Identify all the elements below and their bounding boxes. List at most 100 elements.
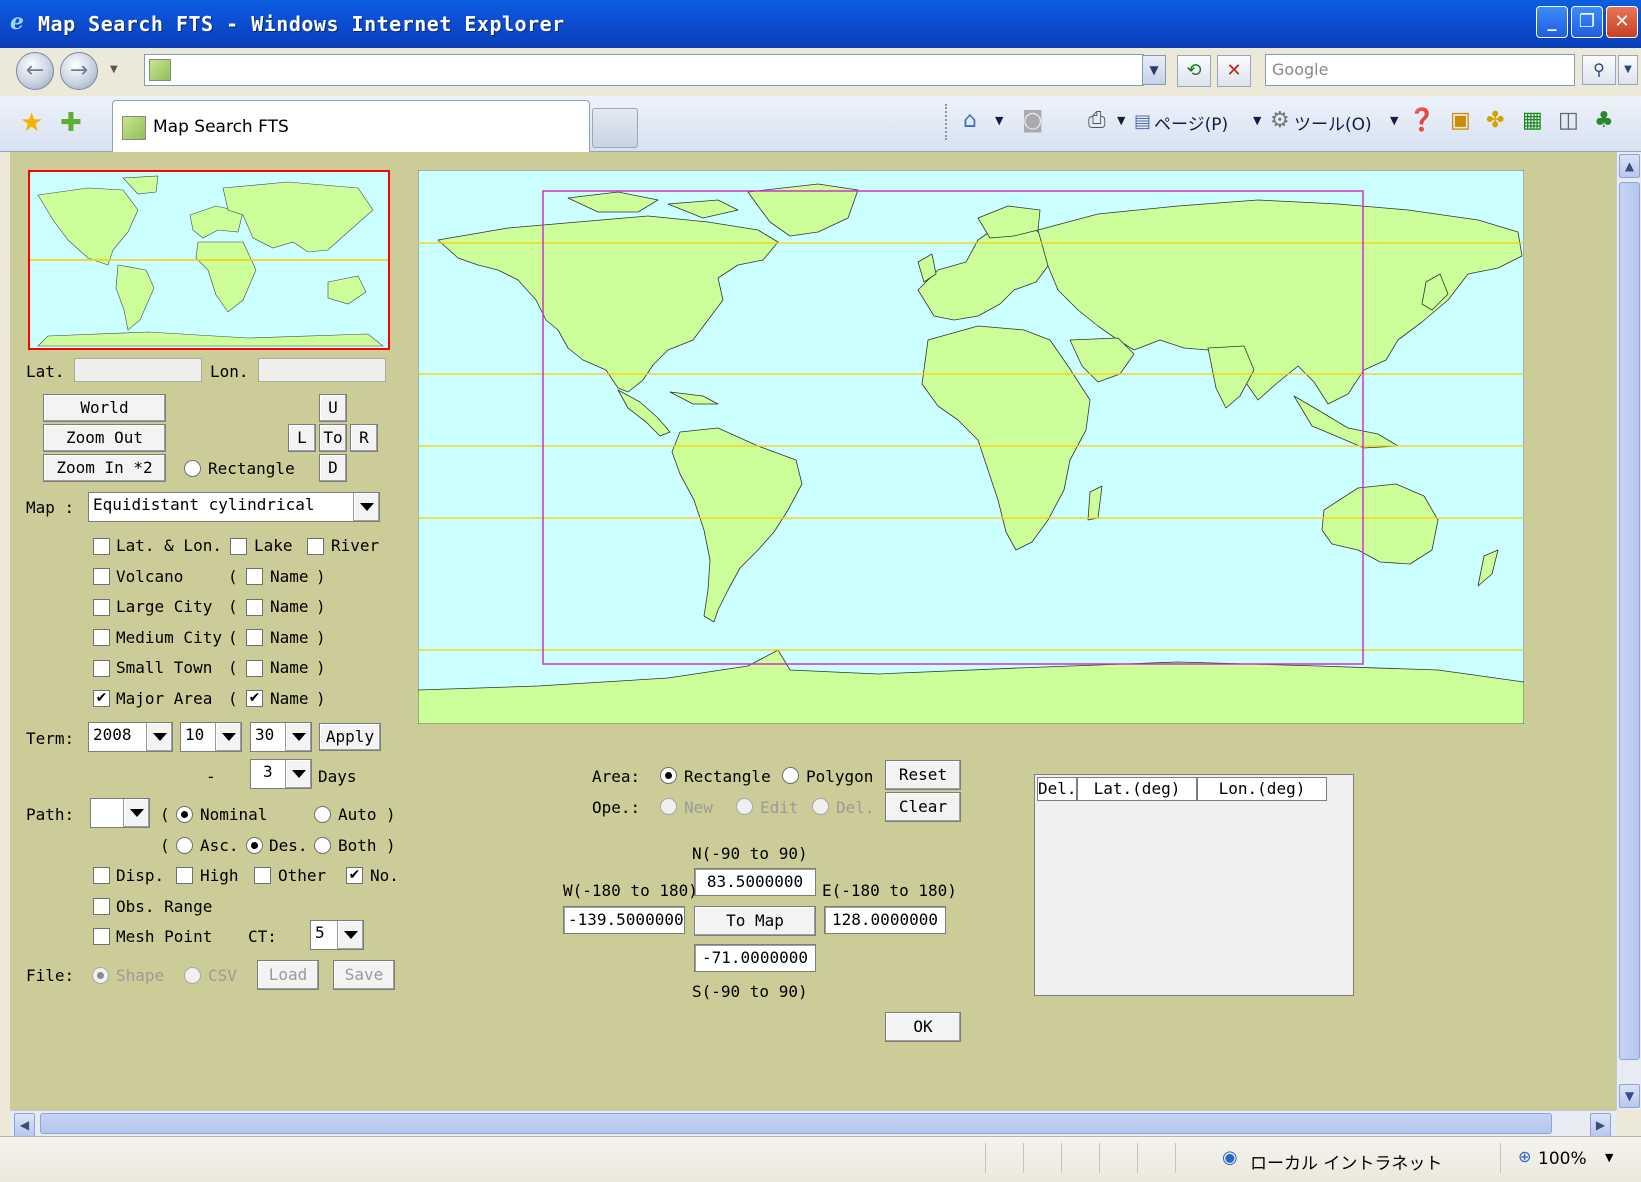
scroll-up-icon[interactable]: ▲	[1619, 154, 1640, 178]
auto-radio[interactable]	[314, 806, 331, 823]
reset-button[interactable]: Reset	[885, 760, 961, 790]
scroll-left-icon[interactable]: ◀	[14, 1113, 35, 1137]
west-input[interactable]: -139.5000000	[563, 906, 685, 934]
address-dropdown-icon[interactable]: ▼	[1142, 55, 1166, 85]
messenger-icon[interactable]: ✤	[1486, 108, 1504, 133]
term-day-select[interactable]: 30	[250, 722, 312, 752]
east-input[interactable]: 128.0000000	[824, 906, 946, 934]
load-button[interactable]: Load	[257, 960, 319, 990]
pan-left-button[interactable]: L	[288, 424, 316, 452]
small-town-checkbox[interactable]	[93, 660, 110, 677]
csv-radio[interactable]	[184, 967, 201, 984]
favorites-star-icon[interactable]: ★	[20, 108, 43, 138]
lat-lon-checkbox[interactable]	[93, 538, 110, 555]
asc-radio[interactable]	[176, 837, 193, 854]
search-icon[interactable]: ⚲	[1582, 55, 1616, 85]
restore-button[interactable]: ❐	[1571, 6, 1603, 38]
zoom-dropdown-icon[interactable]: ▼	[1605, 1151, 1613, 1164]
ope-new-radio[interactable]	[660, 798, 677, 815]
tab-map-search[interactable]: Map Search FTS	[112, 100, 590, 152]
to-map-button[interactable]: To Map	[694, 906, 816, 936]
disp-checkbox[interactable]	[93, 867, 110, 884]
major-area-name-checkbox[interactable]: ✔	[246, 690, 263, 707]
close-button[interactable]: ✕	[1606, 6, 1638, 38]
minimize-button[interactable]: _	[1536, 6, 1568, 38]
save-button[interactable]: Save	[333, 960, 395, 990]
grid-header-del[interactable]: Del.	[1037, 777, 1077, 801]
tools-dropdown-icon[interactable]: ▼	[1390, 114, 1398, 127]
search-options-icon[interactable]: ▼	[1618, 55, 1638, 85]
extra-icon[interactable]: ♣	[1594, 108, 1614, 133]
small-town-name-checkbox[interactable]	[246, 660, 263, 677]
horizontal-scrollbar[interactable]: ◀ ▶	[10, 1110, 1616, 1137]
rectangle-zoom-radio[interactable]	[184, 460, 201, 477]
add-favorite-icon[interactable]: ✚	[60, 108, 82, 138]
river-checkbox[interactable]	[307, 538, 324, 555]
grid-header-lat[interactable]: Lat.(deg)	[1077, 777, 1197, 801]
stop-icon[interactable]: ✕	[1217, 55, 1251, 87]
tools-menu[interactable]: ツール(O)	[1294, 110, 1372, 135]
obs-range-checkbox[interactable]	[93, 898, 110, 915]
vertical-scrollbar[interactable]: ▲ ▼	[1616, 152, 1641, 1110]
large-city-name-checkbox[interactable]	[246, 599, 263, 616]
ope-edit-radio[interactable]	[736, 798, 753, 815]
address-input[interactable]	[144, 54, 1144, 86]
area-polygon-radio[interactable]	[782, 767, 799, 784]
new-tab-button[interactable]	[592, 108, 638, 148]
large-city-checkbox[interactable]	[93, 599, 110, 616]
both-radio[interactable]	[314, 837, 331, 854]
back-arrow-icon[interactable]: ←	[16, 52, 54, 90]
mesh-point-checkbox[interactable]	[93, 928, 110, 945]
help-icon[interactable]: ❓	[1408, 108, 1435, 133]
apply-button[interactable]: Apply	[319, 723, 381, 751]
research-icon[interactable]: ▣	[1450, 108, 1471, 133]
volcano-name-checkbox[interactable]	[246, 568, 263, 585]
map-projection-select[interactable]: Equidistant cylindrical	[88, 492, 380, 522]
no-checkbox[interactable]: ✔	[346, 867, 363, 884]
clear-button[interactable]: Clear	[885, 792, 961, 822]
home-dropdown-icon[interactable]: ▼	[995, 114, 1003, 127]
vertical-scroll-thumb[interactable]	[1619, 182, 1640, 1060]
ok-button[interactable]: OK	[885, 1012, 961, 1042]
des-radio[interactable]	[246, 837, 263, 854]
translate-icon[interactable]: ◫	[1558, 108, 1579, 133]
ope-del-radio[interactable]	[812, 798, 829, 815]
zoom-in-button[interactable]: Zoom In *2	[43, 454, 166, 482]
world-button[interactable]: World	[43, 394, 166, 422]
medium-city-checkbox[interactable]	[93, 629, 110, 646]
scroll-down-icon[interactable]: ▼	[1619, 1084, 1640, 1108]
world-map[interactable]	[418, 170, 1524, 724]
forward-arrow-icon[interactable]: →	[60, 52, 98, 90]
zoom-out-button[interactable]: Zoom Out	[43, 424, 166, 452]
horizontal-scroll-thumb[interactable]	[40, 1113, 1552, 1134]
other-checkbox[interactable]	[254, 867, 271, 884]
refresh-icon[interactable]: ⟲	[1177, 55, 1211, 87]
major-area-checkbox[interactable]: ✔	[93, 690, 110, 707]
term-days-select[interactable]: 3	[250, 759, 312, 789]
shape-radio[interactable]	[92, 967, 109, 984]
page-menu[interactable]: ページ(P)	[1154, 110, 1228, 135]
path-select[interactable]	[90, 798, 150, 828]
search-input[interactable]: Google	[1265, 54, 1575, 86]
zoom-level[interactable]: 100%	[1538, 1149, 1587, 1169]
feeds-icon[interactable]: ◙	[1022, 108, 1043, 133]
nominal-radio[interactable]	[176, 806, 193, 823]
term-year-select[interactable]: 2008	[88, 722, 173, 752]
print-icon[interactable]: ⎙	[1088, 108, 1106, 133]
area-rectangle-radio[interactable]	[660, 767, 677, 784]
overview-minimap[interactable]	[28, 170, 390, 350]
north-input[interactable]: 83.5000000	[694, 868, 816, 896]
lake-checkbox[interactable]	[230, 538, 247, 555]
page-dropdown-icon[interactable]: ▼	[1253, 114, 1261, 127]
pan-right-button[interactable]: R	[350, 424, 378, 452]
points-grid[interactable]: Del. Lat.(deg) Lon.(deg)	[1034, 774, 1354, 996]
term-month-select[interactable]: 10	[180, 722, 242, 752]
south-input[interactable]: -71.0000000	[694, 944, 816, 972]
history-dropdown-icon[interactable]: ▼	[110, 64, 118, 75]
scroll-right-icon[interactable]: ▶	[1590, 1113, 1611, 1137]
ct-select[interactable]: 5	[310, 920, 364, 950]
grid-header-lon[interactable]: Lon.(deg)	[1197, 777, 1327, 801]
high-checkbox[interactable]	[176, 867, 193, 884]
volcano-checkbox[interactable]	[93, 568, 110, 585]
pan-down-button[interactable]: D	[319, 454, 347, 482]
